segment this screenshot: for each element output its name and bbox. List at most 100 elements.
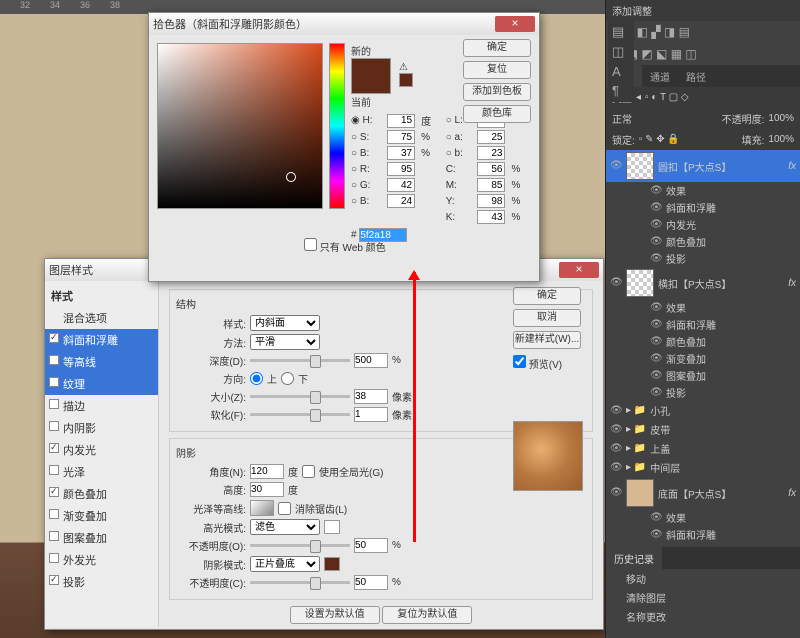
layer-thumb[interactable] [626, 152, 654, 180]
style-contour[interactable]: 等高线 [45, 351, 158, 373]
visibility-icon[interactable]: 👁 [610, 160, 622, 172]
style-gradient-overlay[interactable]: 渐变叠加 [45, 505, 158, 527]
highlight-opacity-slider[interactable] [250, 544, 350, 547]
style-stroke[interactable]: 描边 [45, 395, 158, 417]
highlight-opacity-input[interactable] [354, 538, 388, 553]
soften-slider[interactable] [250, 413, 350, 416]
soften-input[interactable] [354, 407, 388, 422]
k-input[interactable] [477, 210, 505, 224]
shadow-opacity-slider[interactable] [250, 581, 350, 584]
reset-default-button[interactable]: 复位为默认值 [382, 606, 472, 624]
dir-down[interactable] [281, 372, 294, 385]
make-default-button[interactable]: 设置为默认值 [290, 606, 380, 624]
style-bevel[interactable]: 斜面和浮雕 [45, 329, 158, 351]
b1-input[interactable] [387, 146, 415, 160]
b2-input[interactable] [387, 194, 415, 208]
r-input[interactable] [387, 162, 415, 176]
antialias-check[interactable] [278, 502, 291, 515]
angle-input[interactable] [250, 464, 284, 479]
styles-header[interactable]: 样式 [45, 285, 158, 307]
fx-item[interactable]: 👁斜面和浮雕 [606, 526, 800, 543]
ok-button[interactable]: 确定 [513, 287, 581, 305]
hue-slider[interactable] [329, 43, 345, 209]
cancel-button[interactable]: 取消 [513, 309, 581, 327]
fx-item[interactable]: 👁效果 [606, 182, 800, 199]
history-tab[interactable]: 历史记录 [606, 547, 662, 569]
global-light-check[interactable] [302, 465, 315, 478]
close-icon[interactable]: × [559, 262, 599, 278]
style-color-overlay[interactable]: 颜色叠加 [45, 483, 158, 505]
fx-item[interactable]: 👁颜色叠加 [606, 233, 800, 250]
depth-slider[interactable] [250, 359, 350, 362]
shadow-opacity-input[interactable] [354, 575, 388, 590]
folder-row[interactable]: 👁▸ 📁上盖 [606, 439, 800, 458]
fx-item[interactable]: 👁投影 [606, 250, 800, 267]
folder-row[interactable]: 👁▸ 📁小孔 [606, 401, 800, 420]
g-input[interactable] [387, 178, 415, 192]
channels-tab[interactable]: 通道 [642, 65, 678, 87]
gloss-contour-icon[interactable] [250, 500, 274, 516]
adjustment-icons[interactable]: ☀ ◐ ◧ ▞ ◨ ▤ [606, 21, 800, 43]
style-satin[interactable]: 光泽 [45, 461, 158, 483]
bevel-method-select[interactable]: 平滑 [250, 334, 320, 350]
new-style-button[interactable]: 新建样式(W)... [513, 331, 581, 349]
y-input[interactable] [477, 194, 505, 208]
fx-item[interactable]: 👁颜色叠加 [606, 333, 800, 350]
m-input[interactable] [477, 178, 505, 192]
swatches-icon[interactable]: ◫ [612, 44, 630, 60]
size-slider[interactable] [250, 395, 350, 398]
type-icon[interactable]: A [612, 64, 630, 79]
warning-icon[interactable]: ⚠ [399, 62, 408, 73]
style-drop-shadow[interactable]: 投影 [45, 571, 158, 593]
history-item[interactable]: 移动 [606, 569, 800, 588]
shadow-color-swatch[interactable] [324, 557, 340, 571]
ok-button[interactable]: 确定 [463, 39, 531, 57]
visibility-icon[interactable]: 👁 [610, 277, 622, 289]
h-input[interactable] [387, 114, 415, 128]
history-item[interactable]: 名称更改 [606, 607, 800, 626]
highlight-color-swatch[interactable] [324, 520, 340, 534]
dir-up[interactable] [250, 372, 263, 385]
fx-item[interactable]: 👁投影 [606, 384, 800, 401]
color-field[interactable] [157, 43, 323, 209]
s-input[interactable] [387, 130, 415, 144]
size-input[interactable] [354, 389, 388, 404]
preview-check[interactable] [513, 355, 526, 368]
depth-input[interactable] [354, 353, 388, 368]
history-item[interactable]: 清除图层 [606, 588, 800, 607]
style-inner-shadow[interactable]: 内阴影 [45, 417, 158, 439]
layer-row[interactable]: 👁 底面【P大点S】 fx [606, 477, 800, 509]
blend-options[interactable]: 混合选项 [45, 307, 158, 329]
folder-row[interactable]: 👁▸ 📁中间层 [606, 458, 800, 477]
style-pattern-overlay[interactable]: 图案叠加 [45, 527, 158, 549]
folder-row[interactable]: 👁▸ 📁皮带 [606, 420, 800, 439]
layer-row[interactable]: 👁 圆扣【P大点S】 fx [606, 150, 800, 182]
c-input[interactable] [477, 162, 505, 176]
style-outer-glow[interactable]: 外发光 [45, 549, 158, 571]
b-input[interactable] [477, 146, 505, 160]
shadow-mode-select[interactable]: 正片叠底 [250, 556, 320, 572]
fx-item[interactable]: 👁斜面和浮雕 [606, 316, 800, 333]
paragraph-icon[interactable]: ¶ [612, 83, 630, 98]
layer-row[interactable]: 👁 横扣【P大点S】 fx [606, 267, 800, 299]
highlight-mode-select[interactable]: 滤色 [250, 519, 320, 535]
nearest-swatch[interactable] [399, 73, 413, 87]
adjustment-icons-2[interactable]: ◪ ⬔ ◩ ⬕ ▦ ◫ [606, 43, 800, 65]
style-inner-glow[interactable]: 内发光 [45, 439, 158, 461]
fx-item[interactable]: 👁图案叠加 [606, 367, 800, 384]
picker-titlebar[interactable]: 拾色器（斜面和浮雕阴影颜色） × [149, 13, 539, 35]
close-icon[interactable]: × [495, 16, 535, 32]
altitude-input[interactable] [250, 482, 284, 497]
layer-thumb[interactable] [626, 269, 654, 297]
color-lib-button[interactable]: 颜色库 [463, 105, 531, 123]
fx-item[interactable]: 👁效果 [606, 299, 800, 316]
web-only-check[interactable]: 只有 Web 颜色 [304, 238, 386, 254]
fx-item[interactable]: 👁效果 [606, 509, 800, 526]
reset-button[interactable]: 复位 [463, 61, 531, 79]
color-icon[interactable]: ▤ [612, 24, 630, 40]
paths-tab[interactable]: 路径 [678, 65, 714, 87]
bevel-style-select[interactable]: 内斜面 [250, 315, 320, 331]
add-swatch-button[interactable]: 添加到色板 [463, 83, 531, 101]
fx-item[interactable]: 👁渐变叠加 [606, 350, 800, 367]
fx-item[interactable]: 👁内发光 [606, 216, 800, 233]
